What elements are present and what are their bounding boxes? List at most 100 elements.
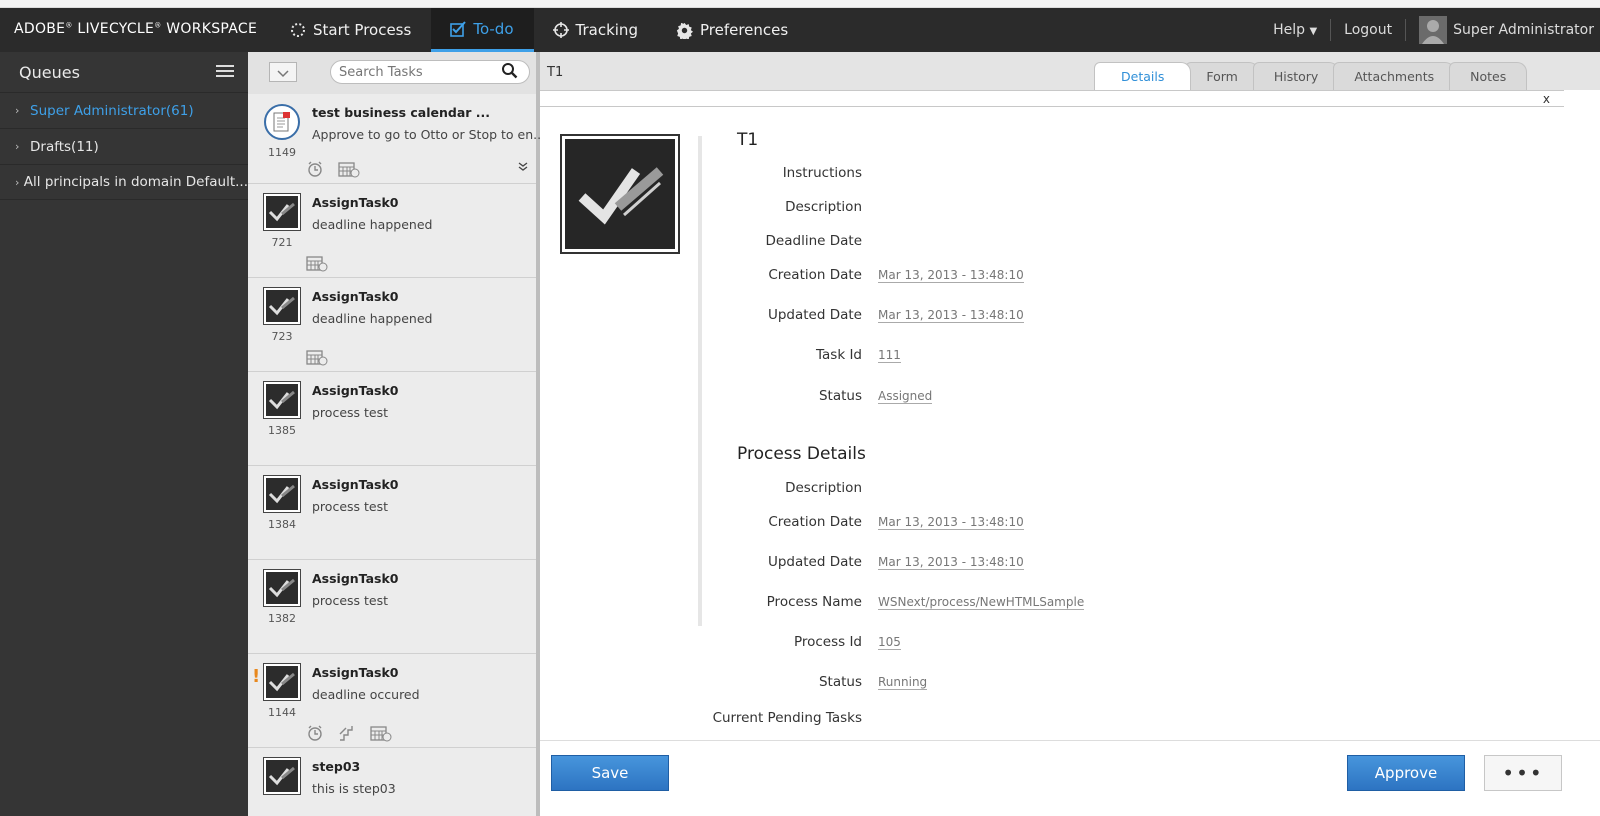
- task-description: deadline occured: [312, 687, 420, 702]
- form-document-icon: [264, 104, 300, 140]
- task-title: step03: [312, 759, 361, 774]
- expand-chevron-icon[interactable]: [518, 162, 528, 175]
- close-button[interactable]: x: [1543, 92, 1550, 106]
- task-item[interactable]: 1385 AssignTask0 process test: [248, 372, 536, 466]
- queue-item-drafts[interactable]: › Drafts(11): [0, 128, 248, 164]
- field-instructions: Instructions: [737, 165, 1337, 185]
- escalation-icon: [338, 724, 356, 746]
- field-value: Running: [878, 675, 928, 690]
- main-nav: Start Process To-do Tracking Preferences: [271, 8, 808, 52]
- field-label: Updated Date: [767, 554, 862, 570]
- detail-header: T1 Details Form History Attachments Note…: [540, 52, 1600, 90]
- task-description: Approve to go to Otto or Stop to en...: [312, 127, 546, 142]
- nav-todo[interactable]: To-do: [431, 8, 534, 52]
- task-item[interactable]: 723 AssignTask0 deadline happened: [248, 278, 536, 372]
- process-field-current-pending-tasks: Current Pending Tasks: [713, 710, 1337, 730]
- task-id: 1384: [268, 518, 296, 531]
- alarm-icon: [306, 724, 324, 746]
- task-item[interactable]: ! 1144 AssignTask0 deadline occured: [248, 654, 536, 748]
- field-value: 105: [878, 635, 901, 650]
- field-label: Task Id: [816, 347, 862, 363]
- task-meta-icons: [306, 160, 360, 182]
- save-button[interactable]: Save: [551, 755, 669, 791]
- app-header: ADOBE® LIVECYCLE® WORKSPACE Start Proces…: [0, 8, 1600, 52]
- task-type-check-icon: [560, 134, 680, 254]
- field-label: Current Pending Tasks: [712, 710, 862, 726]
- chevron-down-icon: ▼: [1309, 26, 1318, 37]
- nav-start-process[interactable]: Start Process: [271, 8, 431, 52]
- logout-link[interactable]: Logout: [1344, 22, 1392, 38]
- task-item[interactable]: 721 AssignTask0 deadline happened: [248, 184, 536, 278]
- alarm-icon: [306, 160, 324, 182]
- tab-form[interactable]: Form: [1185, 62, 1259, 90]
- task-item[interactable]: 1149 test business calendar ... Approve …: [248, 94, 545, 184]
- queue-item-all-principals[interactable]: › All principals in domain Default...: [0, 164, 248, 200]
- detail-title: T1: [547, 65, 564, 80]
- task-check-icon: [263, 193, 301, 231]
- detail-toolbar: x: [540, 90, 1564, 107]
- chevron-right-icon: ›: [15, 104, 20, 117]
- chevron-down-icon: [277, 63, 289, 82]
- tab-attachments[interactable]: Attachments: [1333, 62, 1456, 90]
- task-meta-icons: [306, 254, 328, 276]
- task-filter-dropdown[interactable]: [269, 62, 297, 82]
- task-title: AssignTask0: [312, 195, 399, 210]
- help-menu[interactable]: Help ▼: [1273, 22, 1317, 38]
- task-item[interactable]: 1384 AssignTask0 process test: [248, 466, 536, 560]
- task-id: 721: [271, 236, 293, 249]
- task-description: deadline happened: [312, 311, 433, 326]
- field-value: Mar 13, 2013 - 13:48:10: [878, 555, 1024, 570]
- queues-header: Queues: [0, 52, 248, 92]
- tab-details[interactable]: Details: [1094, 62, 1192, 90]
- field-value: Assigned: [878, 389, 933, 404]
- task-description: process test: [312, 405, 389, 420]
- task-item[interactable]: step03 this is step03: [248, 748, 536, 816]
- avatar[interactable]: [1419, 16, 1448, 44]
- menu-icon[interactable]: [216, 63, 234, 82]
- task-check-icon: [263, 287, 301, 325]
- task-title: AssignTask0: [312, 289, 399, 304]
- field-description: Description: [737, 199, 1337, 219]
- tab-notes[interactable]: Notes: [1449, 62, 1528, 90]
- start-process-icon: [289, 21, 307, 39]
- field-value: Mar 13, 2013 - 13:48:10: [878, 268, 1024, 283]
- field-label: Updated Date: [767, 307, 862, 323]
- tab-history[interactable]: History: [1252, 62, 1340, 90]
- search-icon[interactable]: [501, 62, 518, 83]
- nav-preferences[interactable]: Preferences: [658, 8, 808, 52]
- process-field-creation-date: Creation Date Mar 13, 2013 - 13:48:10: [737, 514, 1337, 534]
- nav-todo-label: To-do: [473, 19, 514, 38]
- task-item[interactable]: 1382 AssignTask0 process test: [248, 560, 536, 654]
- task-description: process test: [312, 593, 389, 608]
- queue-item-label: Super Administrator(61): [30, 102, 194, 119]
- task-id: 1144: [268, 706, 296, 719]
- field-label: Status: [818, 674, 862, 690]
- queue-item-label: All principals in domain Default...: [23, 174, 248, 190]
- detail-tabs: Details Form History Attachments Notes: [1094, 62, 1528, 90]
- field-label: Description: [785, 199, 862, 215]
- task-check-icon: [263, 569, 301, 607]
- field-deadline-date: Deadline Date: [737, 233, 1337, 253]
- task-heading: T1: [737, 130, 759, 150]
- detail-footer: Save Approve •••: [540, 740, 1600, 816]
- field-task-id: Task Id 111: [737, 347, 1337, 367]
- task-list-panel: 1149 test business calendar ... Approve …: [248, 52, 545, 816]
- field-value: 111: [878, 348, 901, 363]
- search-input[interactable]: [331, 64, 501, 80]
- field-label: Status: [818, 388, 862, 404]
- task-title: AssignTask0: [312, 571, 399, 586]
- queue-item-super-administrator[interactable]: › Super Administrator(61): [0, 92, 248, 128]
- user-name[interactable]: Super Administrator: [1453, 22, 1600, 38]
- field-label: Description: [785, 480, 862, 496]
- nav-tracking[interactable]: Tracking: [534, 8, 658, 52]
- approve-button[interactable]: Approve: [1347, 755, 1465, 791]
- process-field-status: Status Running: [737, 674, 1337, 694]
- field-updated-date: Updated Date Mar 13, 2013 - 13:48:10: [737, 307, 1337, 327]
- task-description: this is step03: [312, 781, 396, 796]
- more-actions-button[interactable]: •••: [1484, 755, 1562, 791]
- process-details-heading: Process Details: [737, 444, 866, 464]
- task-id: 1385: [268, 424, 296, 437]
- header-right-nav: Help ▼ Logout Super Administrator: [1273, 8, 1600, 52]
- browser-top-strip: [0, 0, 1600, 8]
- app-brand: ADOBE® LIVECYCLE® WORKSPACE: [14, 21, 257, 37]
